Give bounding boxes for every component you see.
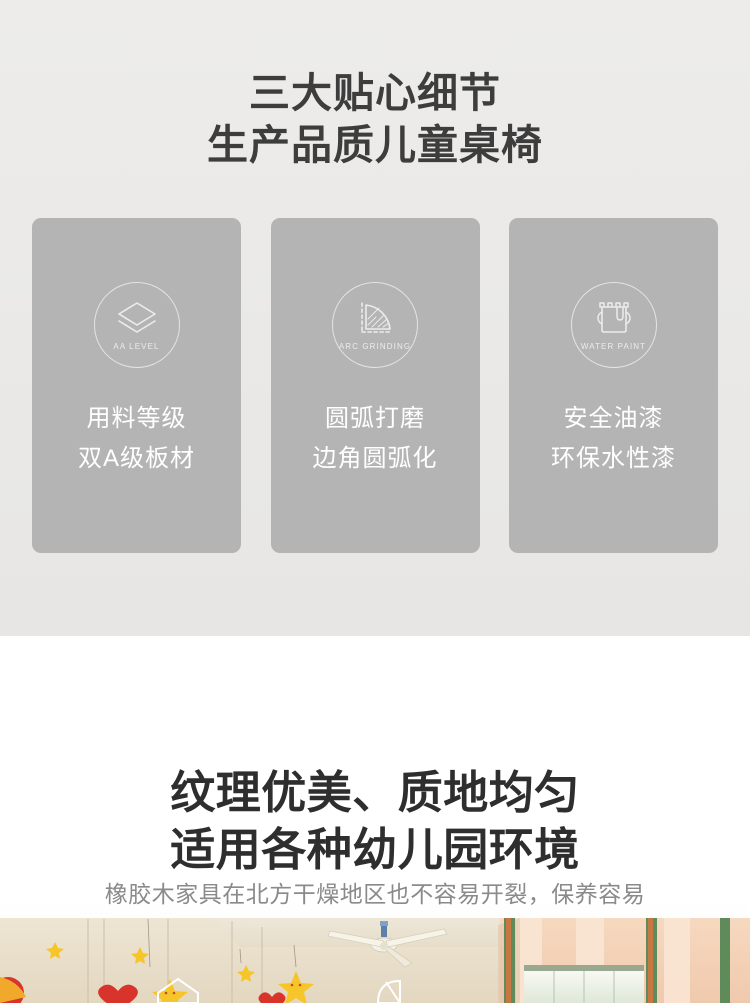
feature-card-grinding[interactable]: ARC GRINDING 圆弧打磨 边角圆弧化: [270, 218, 480, 553]
icon-badge: ARC GRINDING: [332, 282, 418, 368]
icon-badge: WATER PAINT: [570, 282, 657, 368]
feature-card-paint[interactable]: WATER PAINT 安全油漆 环保水性漆: [509, 218, 718, 553]
intro-section: 纹理优美、质地均匀 适用各种幼儿园环境 橡胶木家具在北方干燥地区也不容易开裂，保…: [0, 636, 750, 907]
feature-card-material[interactable]: AA LEVEL 用料等级 双A级板材: [32, 218, 241, 553]
product-detail-page: 三大贴心细节 生产品质儿童桌椅 AA LEVEL 用料等级 双A级板材 ARC …: [0, 0, 750, 1003]
feature-cards-row: AA LEVEL 用料等级 双A级板材 ARC GRINDING 圆弧打磨 边角…: [32, 218, 718, 553]
layers-icon: [117, 302, 156, 333]
feature-card-label: 用料等级 双A级板材: [77, 405, 195, 472]
feature-card-label: 安全油漆 环保水性漆: [551, 405, 676, 472]
icon-caption: ARC GRINDING: [338, 342, 412, 351]
icon-badge: AA LEVEL: [93, 282, 180, 368]
paint-bucket-icon: [596, 302, 631, 333]
feature-card-label: 圆弧打磨 边角圆弧化: [312, 405, 438, 472]
arc-grinding-icon: [361, 302, 393, 333]
icon-caption: WATER PAINT: [580, 342, 647, 351]
icon-caption: AA LEVEL: [113, 342, 160, 351]
classroom-photo: [0, 905, 750, 1003]
page-title: 三大贴心细节 生产品质儿童桌椅: [207, 70, 543, 169]
classroom-photo-image: [0, 905, 750, 1003]
features-section: 三大贴心细节 生产品质儿童桌椅 AA LEVEL 用料等级 双A级板材 ARC …: [0, 0, 750, 636]
intro-heading: 纹理优美、质地均匀 适用各种幼儿园环境: [170, 767, 580, 876]
